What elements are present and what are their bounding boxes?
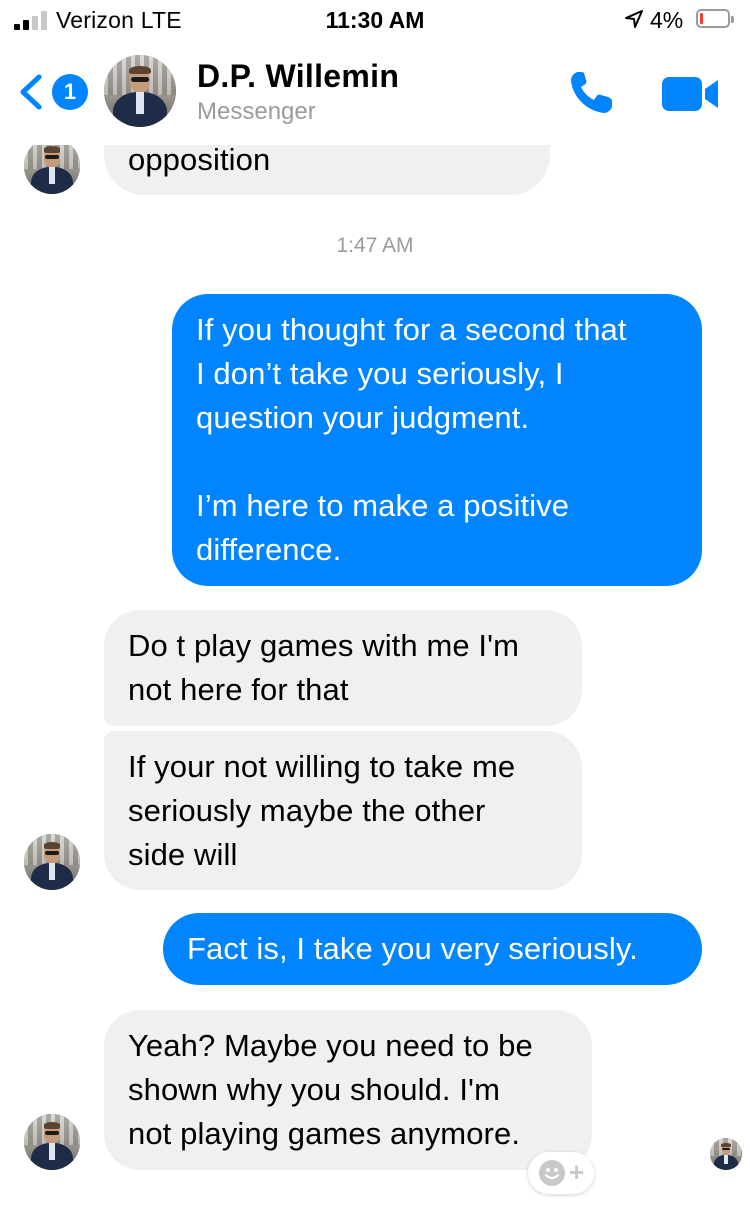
phone-icon	[571, 72, 612, 113]
contact-avatar[interactable]	[24, 834, 80, 890]
message-bubble-received[interactable]: Yeah? Maybe you need to be shown why you…	[104, 1010, 592, 1170]
contact-subtitle: Messenger	[197, 98, 316, 125]
smiley-plus-icon	[539, 1160, 565, 1186]
message-bubble-sent[interactable]: Fact is, I take you very seriously.	[163, 913, 702, 985]
contact-avatar[interactable]	[24, 1114, 80, 1170]
audio-call-button[interactable]	[566, 68, 620, 118]
contact-avatar[interactable]	[104, 55, 176, 127]
message-bubble-received[interactable]: If your not willing to take me seriously…	[104, 731, 582, 890]
back-button[interactable]: 1	[14, 68, 96, 116]
add-reaction-button[interactable]: +	[528, 1152, 594, 1194]
message-bubble-sent[interactable]: If you thought for a second that I don’t…	[172, 294, 702, 586]
message-timestamp: 1:47 AM	[336, 234, 414, 257]
conversation-header: 1 D.P. Willemin Messenger	[0, 40, 750, 145]
unread-count-badge: 1	[52, 74, 88, 110]
video-camera-icon	[662, 77, 718, 111]
contact-name[interactable]: D.P. Willemin	[197, 58, 399, 95]
chevron-left-icon	[20, 74, 42, 110]
video-call-button[interactable]	[660, 74, 722, 114]
message-bubble-received[interactable]: Do t play games with me I'm not here for…	[104, 610, 582, 726]
reaction-plus-label: +	[569, 1157, 585, 1187]
contact-avatar[interactable]	[24, 138, 80, 194]
message-thread[interactable]: opposition 1:47 AM If you thought for a …	[0, 0, 750, 1230]
seen-indicator-avatar	[710, 1138, 742, 1170]
